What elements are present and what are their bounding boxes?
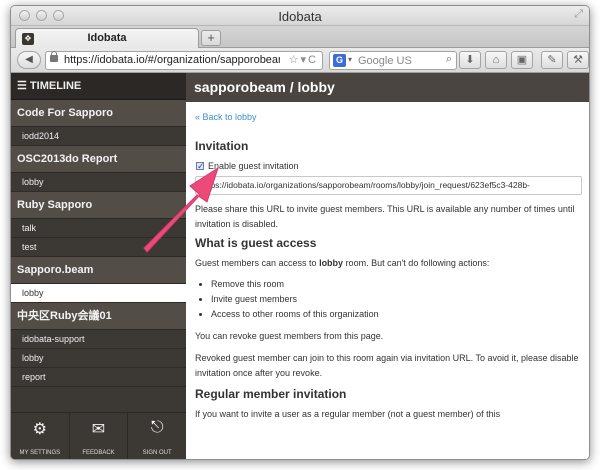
sidebar-room-talk[interactable]: talk	[11, 219, 186, 238]
my-settings-label: MY SETTINGS	[19, 450, 61, 456]
guest-invitation-row: Enable guest invitation	[195, 159, 582, 174]
sidebar-room-iodd2014[interactable]: iodd2014	[11, 127, 186, 146]
share-text: Please share this URL to invite guest me…	[195, 204, 575, 229]
sidebar-room-lobby[interactable]: lobby	[11, 349, 186, 368]
invite-url-field[interactable]: https://idobata.io/organizations/sapporo…	[195, 176, 582, 195]
sidebar-org-osc2013do-report[interactable]: OSC2013do Report	[11, 146, 186, 173]
feedback-button[interactable]: ✉ FEEDBACK	[70, 413, 129, 459]
window-title: Idobata	[278, 9, 322, 24]
new-tab-button[interactable]: +	[201, 30, 221, 46]
sign-out-label: SIGN OUT	[142, 450, 172, 456]
page-title: sapporobeam / lobby	[186, 73, 589, 102]
sidebar-room-lobby[interactable]: lobby	[11, 173, 186, 192]
list-item: Invite guest members	[211, 292, 582, 307]
guest-text-pre: Guest members can access to	[195, 258, 320, 268]
search-input[interactable]: G ▾ Google US ⌕	[329, 51, 457, 70]
download-icon[interactable]: ⬇	[459, 51, 481, 69]
restricted-actions-list: Remove this room Invite guest members Ac…	[195, 277, 582, 322]
sidebar-org-ruby-sapporo[interactable]: Ruby Sapporo	[11, 192, 186, 219]
room-name-bold: lobby	[319, 258, 344, 268]
revoke-text: You can revoke guest members from this p…	[195, 331, 384, 341]
extension-icon[interactable]: ✎	[541, 51, 563, 69]
list-item: Access to other rooms of this organizati…	[211, 307, 582, 322]
sidebar-org-chuo-ruby[interactable]: 中央区Ruby会議01	[11, 303, 186, 330]
sidebar-room-report[interactable]: report	[11, 368, 186, 387]
home-icon[interactable]: ⌂	[485, 51, 507, 69]
sidebar-footer: ⚙ MY SETTINGS ✉ FEEDBACK ⎋ SIGN OUT	[11, 412, 186, 459]
browser-window: Idobata ⤢ ✥ Idobata + ◀ https://idobata.…	[10, 5, 590, 460]
settings-wrench-icon: ⚙	[32, 421, 47, 438]
chevron-down-icon[interactable]: ▾	[348, 55, 352, 64]
sign-out-icon: ⎋	[150, 419, 164, 436]
revoked-text: Revoked guest member can join to this ro…	[195, 353, 579, 378]
back-button[interactable]: ◀	[17, 51, 41, 69]
tab-bar: ✥ Idobata +	[11, 26, 589, 48]
sign-out-button[interactable]: ⎋ SIGN OUT	[128, 413, 186, 459]
sidebar-org-code-for-sapporo[interactable]: Code For Sapporo	[11, 100, 186, 127]
url-bar[interactable]: https://idobata.io/#/organization/sappor…	[45, 51, 323, 70]
url-text[interactable]: https://idobata.io/#/organization/sappor…	[64, 54, 280, 66]
fullscreen-icon[interactable]: ⤢	[574, 8, 583, 21]
google-icon[interactable]: G	[333, 54, 346, 67]
regular-text: If you want to invite a user as a regula…	[195, 409, 501, 419]
sidebar-room-lobby-active[interactable]: lobby	[11, 284, 186, 303]
title-bar: Idobata ⤢	[11, 6, 589, 26]
guest-text: Guest members can access to lobby room. …	[195, 256, 582, 271]
list-item: Remove this room	[211, 277, 582, 292]
timeline-label: TIMELINE	[29, 80, 82, 92]
tab-title: Idobata	[87, 32, 127, 44]
sidebar-room-idobata-support[interactable]: idobata-support	[11, 330, 186, 349]
checkbox-label[interactable]: Enable guest invitation	[208, 159, 299, 174]
sidebar: ☰ TIMELINE Code For Sapporo iodd2014 OSC…	[11, 73, 186, 459]
back-to-lobby-link[interactable]: « Back to lobby	[195, 110, 582, 125]
guest-access-heading: What is guest access	[195, 236, 317, 250]
enable-guest-invitation-checkbox[interactable]	[196, 159, 205, 174]
sidebar-org-sapporo-beam[interactable]: Sapporo.beam	[11, 257, 186, 284]
invitation-heading: Invitation	[195, 139, 249, 153]
search-icon[interactable]: ⌕	[446, 53, 452, 66]
main-content: sapporobeam / lobby « Back to lobby Invi…	[186, 73, 589, 459]
timeline-header[interactable]: ☰ TIMELINE	[11, 73, 186, 100]
screenshot-icon[interactable]: ▣	[511, 51, 533, 69]
search-placeholder[interactable]: Google US	[358, 55, 412, 67]
envelope-icon: ✉	[91, 421, 106, 438]
bookmark-reload-icon[interactable]: ☆▾C	[289, 53, 318, 66]
tools-icon[interactable]: ⚒	[567, 51, 589, 69]
guest-text-post: room. But can't do following actions:	[343, 258, 490, 268]
lock-icon	[50, 51, 58, 62]
feedback-label: FEEDBACK	[82, 450, 115, 456]
sidebar-room-test[interactable]: test	[11, 238, 186, 257]
my-settings-button[interactable]: ⚙ MY SETTINGS	[11, 413, 70, 459]
browser-tab[interactable]: ✥ Idobata	[15, 28, 199, 48]
navigation-bar: ◀ https://idobata.io/#/organization/sapp…	[11, 48, 589, 73]
regular-invitation-heading: Regular member invitation	[195, 387, 347, 401]
